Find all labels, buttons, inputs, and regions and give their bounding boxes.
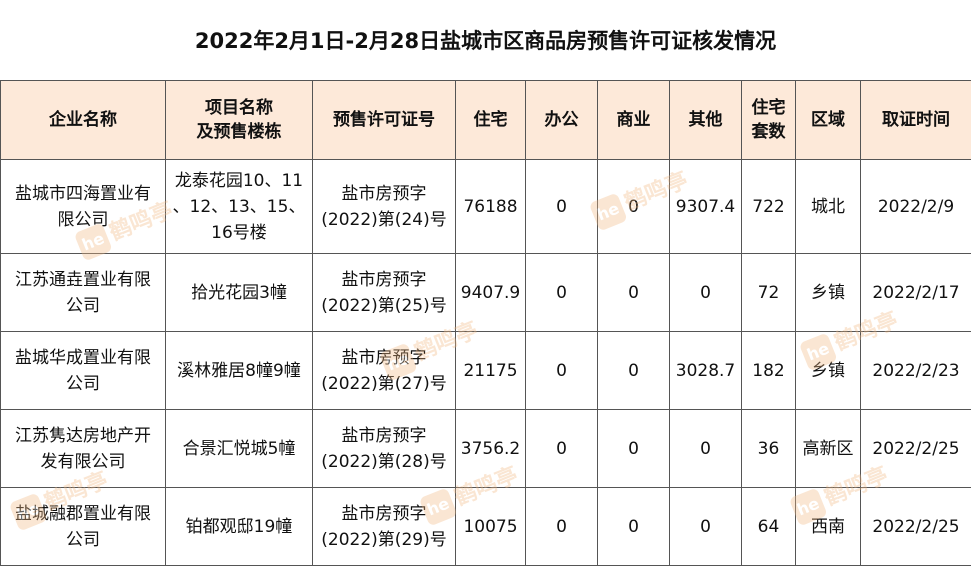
district-cell: 高新区 [795,409,861,488]
header-office: 办公 [525,80,598,160]
project-cell: 铂都观邸19幢 [165,487,313,566]
table-row: 江苏通垚置业有限 公司 拾光花园3幢 盐市房预字 (2022)第(25)号 9407… [0,253,971,332]
project-cell: 龙泰花园10、11 、12、13、15、 16号楼 [165,159,313,254]
commercial-cell: 0 [597,409,670,488]
other-cell: 0 [669,253,742,332]
units-cell: 64 [741,487,796,566]
permit-cell: 盐市房预字 (2022)第(29)号 [312,487,456,566]
other-cell: 0 [669,409,742,488]
permit-cell: 盐市房预字 (2022)第(28)号 [312,409,456,488]
date-cell: 2022/2/25 [860,487,971,566]
header-company: 企业名称 [0,80,166,160]
permit-cell: 盐市房预字 (2022)第(27)号 [312,331,456,410]
header-residential: 住宅 [455,80,526,160]
project-cell: 合景汇悦城5幢 [165,409,313,488]
residential-cell: 76188 [455,159,526,254]
header-commercial: 商业 [597,80,670,160]
district-cell: 西南 [795,487,861,566]
residential-cell: 21175 [455,331,526,410]
company-cell: 盐城市四海置业有 限公司 [0,159,166,254]
header-district: 区域 [795,80,861,160]
residential-cell: 3756.2 [455,409,526,488]
units-cell: 72 [741,253,796,332]
date-cell: 2022/2/17 [860,253,971,332]
units-cell: 722 [741,159,796,254]
header-row: 企业名称 项目名称 及预售楼栋 预售许可证号 住宅 办公 商业 其他 住宅 套数 区… [0,80,971,160]
other-cell: 0 [669,487,742,566]
page-title: 2022年2月1日-2月28日盐城市区商品房预售许可证核发情况 [194,29,777,53]
project-cell: 溪林雅居8幢9幢 [165,331,313,410]
residential-cell: 10075 [455,487,526,566]
date-cell: 2022/2/9 [860,159,971,254]
office-cell: 0 [525,331,598,410]
other-cell: 9307.4 [669,159,742,254]
header-permit: 预售许可证号 [312,80,456,160]
district-cell: 乡镇 [795,253,861,332]
company-cell: 盐城融郡置业有限 公司 [0,487,166,566]
units-cell: 182 [741,331,796,410]
district-cell: 乡镇 [795,331,861,410]
table-row: 盐城华成置业有限 公司 溪林雅居8幢9幢 盐市房预字 (2022)第(27)号 21… [0,331,971,410]
header-date: 取证时间 [860,80,971,160]
date-cell: 2022/2/25 [860,409,971,488]
commercial-cell: 0 [597,253,670,332]
company-cell: 盐城华成置业有限 公司 [0,331,166,410]
company-cell: 江苏隽达房地产开 发有限公司 [0,409,166,488]
date-cell: 2022/2/23 [860,331,971,410]
header-project: 项目名称 及预售楼栋 [165,80,313,160]
project-cell: 拾光花园3幢 [165,253,313,332]
office-cell: 0 [525,487,598,566]
office-cell: 0 [525,409,598,488]
commercial-cell: 0 [597,159,670,254]
table-row: 盐城融郡置业有限 公司 铂都观邸19幢 盐市房预字 (2022)第(29)号 100… [0,487,971,566]
other-cell: 3028.7 [669,331,742,410]
permit-table: 企业名称 项目名称 及预售楼栋 预售许可证号 住宅 办公 商业 其他 住宅 套数 区… [0,80,971,566]
commercial-cell: 0 [597,331,670,410]
company-cell: 江苏通垚置业有限 公司 [0,253,166,332]
permit-cell: 盐市房预字 (2022)第(24)号 [312,159,456,254]
table-row: 江苏隽达房地产开 发有限公司 合景汇悦城5幢 盐市房预字 (2022)第(28)号 … [0,409,971,488]
header-units: 住宅 套数 [741,80,796,160]
permit-cell: 盐市房预字 (2022)第(25)号 [312,253,456,332]
office-cell: 0 [525,253,598,332]
office-cell: 0 [525,159,598,254]
units-cell: 36 [741,409,796,488]
header-other: 其他 [669,80,742,160]
district-cell: 城北 [795,159,861,254]
commercial-cell: 0 [597,487,670,566]
residential-cell: 9407.9 [455,253,526,332]
table-row: 盐城市四海置业有 限公司 龙泰花园10、11 、12、13、15、 16号楼 盐市房预… [0,159,971,254]
